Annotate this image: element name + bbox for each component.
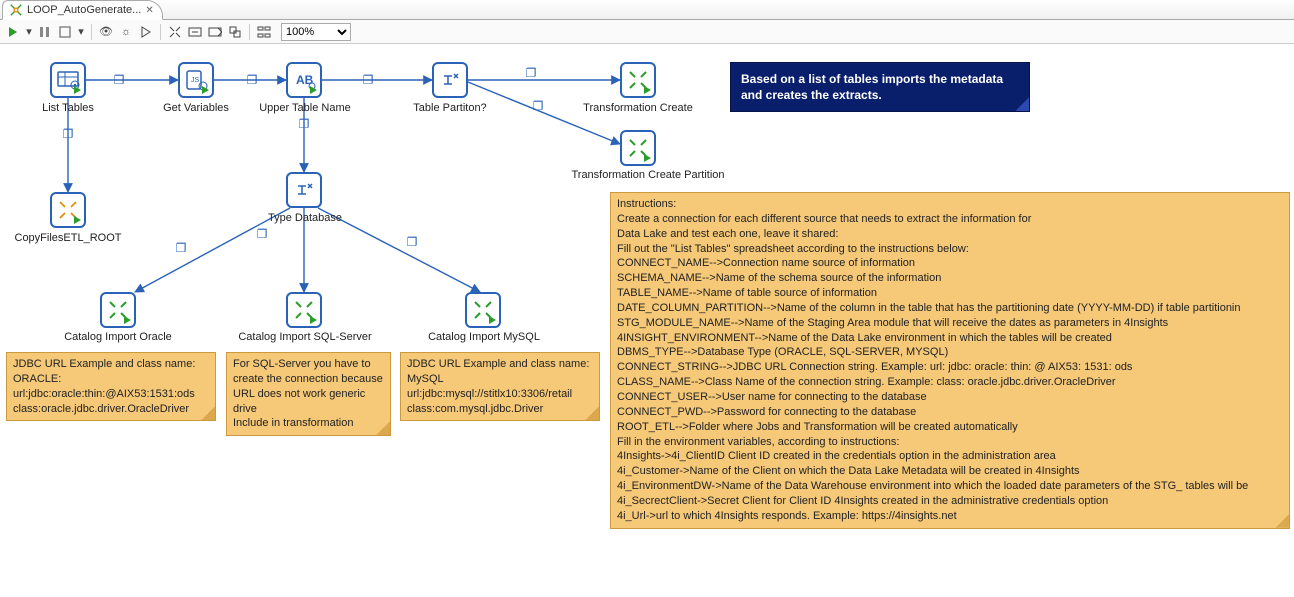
tab-bar: LOOP_AutoGenerate... ✕	[0, 0, 1294, 20]
label-type-database: Type Database	[225, 212, 385, 224]
hop-icon[interactable]: ❐	[111, 72, 127, 88]
label-transformation-create: Transformation Create	[558, 102, 718, 114]
note-sqlserver: For SQL-Server you have to create the co…	[226, 352, 391, 436]
hop-icon[interactable]: ❐	[173, 240, 189, 256]
instr-line: 4i_Customer->Name of the Client on which…	[617, 464, 1283, 479]
instr-line: Create a connection for each different s…	[617, 212, 1283, 227]
node-catalog-import-oracle[interactable]	[100, 292, 136, 328]
align-icon[interactable]	[255, 23, 273, 41]
instr-line: CLASS_NAME-->Class Name of the connectio…	[617, 375, 1283, 390]
instr-line: 4INSIGHT_ENVIRONMENT-->Name of the Data …	[617, 331, 1283, 346]
instr-line: 4i_Url->url to which 4Insights responds.…	[617, 509, 1283, 524]
instr-line: ROOT_ETL-->Folder where Jobs and Transfo…	[617, 420, 1283, 435]
node-upper-table-name[interactable]: AB	[286, 62, 322, 98]
hop-icon[interactable]: ❐	[360, 72, 376, 88]
label-catalog-import-mysql: Catalog Import MySQL	[404, 331, 564, 343]
hop-icon[interactable]: ❐	[530, 98, 546, 114]
hop-icon[interactable]: ❐	[60, 126, 76, 142]
instr-line: Fill out the "List Tables" spreadsheet a…	[617, 242, 1283, 257]
run-dropdown[interactable]: ▾	[24, 23, 34, 41]
instr-line: STG_MODULE_NAME-->Name of the Staging Ar…	[617, 316, 1283, 331]
node-table-partition[interactable]	[432, 62, 468, 98]
note-instructions: Instructions: Create a connection for ea…	[610, 192, 1290, 529]
label-transformation-create-partition: Transformation Create Partition	[558, 169, 738, 181]
instr-line: Data Lake and test each one, leave it sh…	[617, 227, 1283, 242]
node-catalog-import-sqlserver[interactable]	[286, 292, 322, 328]
zoom-select[interactable]: 100%	[281, 23, 351, 41]
instr-line: TABLE_NAME-->Name of table source of inf…	[617, 286, 1283, 301]
instr-line: CONNECT_USER-->User name for connecting …	[617, 390, 1283, 405]
node-transformation-create-partition[interactable]	[620, 130, 656, 166]
hop-icon[interactable]: ❐	[296, 116, 312, 132]
toolbar: ▾ ▾ 👁 ☼ 100%	[0, 20, 1294, 44]
job-icon	[9, 3, 23, 17]
node-get-variables[interactable]: JS	[178, 62, 214, 98]
hop-icon[interactable]: ❐	[404, 234, 420, 250]
tab-title: LOOP_AutoGenerate...	[27, 4, 141, 16]
stop-button[interactable]	[56, 23, 74, 41]
note-oracle: JDBC URL Example and class name: ORACLE:…	[6, 352, 216, 421]
instr-line: CONNECT_NAME-->Connection name source of…	[617, 256, 1283, 271]
instr-line: Instructions:	[617, 197, 1283, 212]
tool-icon-1[interactable]	[166, 23, 184, 41]
hop-icon[interactable]: ❐	[523, 65, 539, 81]
run-button[interactable]	[4, 23, 22, 41]
label-table-partition: Table Partiton?	[370, 102, 530, 114]
hop-icon[interactable]: ❐	[244, 72, 260, 88]
canvas[interactable]: ❐ ❐ ❐ ❐ ❐ ❐ ❐ ❐ ❐ ❐ List Tables JS Get V…	[0, 44, 1294, 597]
instr-line: CONNECT_STRING-->JDBC URL Connection str…	[617, 360, 1283, 375]
tool-icon-4[interactable]	[226, 23, 244, 41]
close-icon[interactable]: ✕	[145, 5, 153, 16]
pause-button[interactable]	[36, 23, 54, 41]
tool-icon-2[interactable]	[186, 23, 204, 41]
instr-line: 4Insights->4i_ClientID Client ID created…	[617, 449, 1283, 464]
node-transformation-create[interactable]	[620, 62, 656, 98]
tool-icon-3[interactable]	[206, 23, 224, 41]
svg-text:AB: AB	[296, 73, 314, 87]
node-type-database[interactable]	[286, 172, 322, 208]
label-copy-files-etl-root: CopyFilesETL_ROOT	[0, 232, 148, 244]
debug-icon[interactable]: ☼	[117, 23, 135, 41]
active-tab[interactable]: LOOP_AutoGenerate... ✕	[2, 0, 163, 20]
node-catalog-import-mysql[interactable]	[465, 292, 501, 328]
label-catalog-import-oracle: Catalog Import Oracle	[38, 331, 198, 343]
label-upper-table-name: Upper Table Name	[225, 102, 385, 114]
instr-line: DBMS_TYPE-->Database Type (ORACLE, SQL-S…	[617, 345, 1283, 360]
node-copy-files-etl-root[interactable]	[50, 192, 86, 228]
preview-icon[interactable]: 👁	[97, 23, 115, 41]
node-list-tables[interactable]	[50, 62, 86, 98]
banner-note: Based on a list of tables imports the me…	[730, 62, 1030, 112]
note-mysql: JDBC URL Example and class name: MySQL u…	[400, 352, 600, 421]
instr-line: 4i_EnvironmentDW->Name of the Data Wareh…	[617, 479, 1283, 494]
hop-icon[interactable]: ❐	[254, 226, 270, 242]
instr-line: DATE_COLUMN_PARTITION-->Name of the colu…	[617, 301, 1283, 316]
instr-line: 4i_SecrectClient->Secret Client for Clie…	[617, 494, 1283, 509]
label-catalog-import-sqlserver: Catalog Import SQL-Server	[225, 331, 385, 343]
svg-text:JS: JS	[191, 77, 200, 84]
instr-line: Fill in the environment variables, accor…	[617, 435, 1283, 450]
stop-dropdown[interactable]: ▾	[76, 23, 86, 41]
instr-line: SCHEMA_NAME-->Name of the schema source …	[617, 271, 1283, 286]
instr-line: CONNECT_PWD-->Password for connecting to…	[617, 405, 1283, 420]
replay-icon[interactable]	[137, 23, 155, 41]
